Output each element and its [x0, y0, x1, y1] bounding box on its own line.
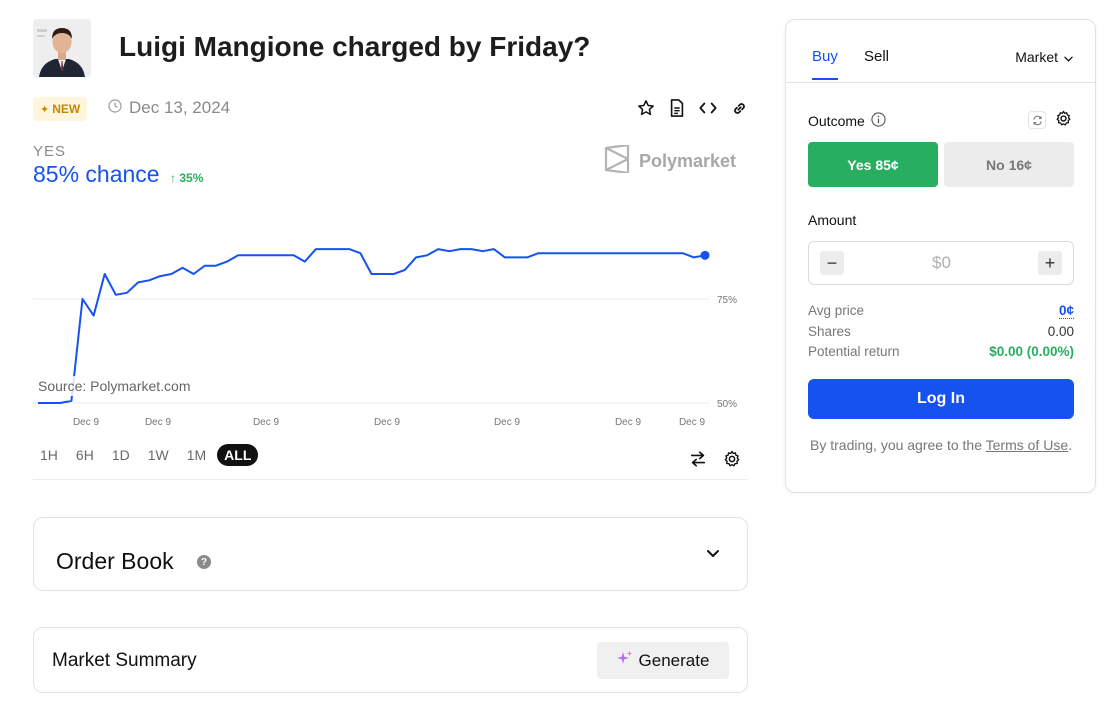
- clock-icon: [108, 98, 122, 118]
- chevron-down-icon: [1064, 49, 1073, 65]
- tab-sell[interactable]: Sell: [864, 48, 889, 65]
- active-tab-indicator: [812, 78, 838, 80]
- range-all[interactable]: ALL: [217, 444, 259, 466]
- market-date: Dec 13, 2024: [108, 98, 230, 118]
- x-tick-label: Dec 9: [73, 417, 100, 428]
- date-text: Dec 13, 2024: [129, 98, 231, 117]
- increase-amount-button[interactable]: +: [1038, 251, 1062, 275]
- range-1d[interactable]: 1D: [105, 444, 137, 466]
- order-type-dropdown[interactable]: Market: [1015, 49, 1073, 65]
- chart-controls: [688, 448, 742, 470]
- x-tick-label: Dec 9: [374, 417, 401, 428]
- chart-settings-gear-icon[interactable]: [722, 448, 742, 470]
- range-6h[interactable]: 6H: [69, 444, 101, 466]
- terms-of-use-link[interactable]: Terms of Use: [986, 437, 1068, 453]
- time-range-selector: 1H 6H 1D 1W 1M ALL: [33, 444, 259, 466]
- potential-return-row: Potential return $0.00 (0.00%): [808, 344, 1074, 359]
- sparkle-icon: ✦: [40, 103, 50, 116]
- arrow-up-icon: ↑: [170, 171, 176, 185]
- refresh-icon[interactable]: [1028, 111, 1046, 129]
- chevron-down-icon[interactable]: [706, 546, 720, 564]
- avg-price-row: Avg price 0¢: [808, 303, 1074, 319]
- order-book-card[interactable]: Order Book ?: [33, 517, 748, 591]
- range-1h[interactable]: 1H: [33, 444, 65, 466]
- amount-input[interactable]: [854, 249, 1029, 277]
- x-tick-label: Dec 9: [253, 417, 280, 428]
- market-title: Luigi Mangione charged by Friday?: [119, 31, 591, 62]
- new-badge: ✦ NEW: [33, 97, 88, 121]
- generate-label: Generate: [638, 650, 710, 670]
- decrease-amount-button[interactable]: −: [820, 251, 844, 275]
- order-type-label: Market: [1015, 49, 1058, 65]
- polymarket-brand-text: Polymarket: [639, 151, 737, 171]
- polymarket-logo-icon: [604, 143, 630, 178]
- trade-settings-gear-icon[interactable]: [1055, 110, 1072, 132]
- swap-arrows-icon[interactable]: [688, 448, 708, 470]
- range-1m[interactable]: 1M: [180, 444, 213, 466]
- y-tick-label: 75%: [717, 295, 737, 306]
- shares-label: Shares: [808, 324, 851, 339]
- star-icon[interactable]: [636, 97, 656, 119]
- embed-code-icon[interactable]: [698, 97, 718, 119]
- amount-field: − +: [808, 241, 1074, 285]
- market-summary-card: Market Summary Generate: [33, 627, 748, 693]
- order-book-title: Order Book: [56, 548, 174, 574]
- shares-row: Shares 0.00: [808, 324, 1074, 339]
- y-tick-label: 50%: [717, 399, 737, 410]
- avg-price-value[interactable]: 0¢: [1058, 303, 1074, 319]
- polymarket-brand: Polymarket: [604, 143, 737, 178]
- market-actions: [636, 97, 749, 119]
- generate-button[interactable]: Generate: [597, 642, 729, 679]
- link-icon[interactable]: [729, 97, 749, 119]
- terms-suffix: .: [1068, 437, 1072, 453]
- sparkle-icon: [616, 650, 633, 671]
- x-tick-label: Dec 9: [145, 417, 172, 428]
- panel-divider: [786, 82, 1095, 83]
- potential-return-value: $0.00 (0.00%): [989, 344, 1074, 359]
- x-tick-label: Dec 9: [615, 417, 642, 428]
- chart-divider: [33, 479, 747, 480]
- help-icon[interactable]: ?: [197, 555, 211, 569]
- outcome-heading: Outcome: [808, 112, 886, 130]
- x-tick-label: Dec 9: [494, 417, 521, 428]
- potential-return-label: Potential return: [808, 344, 900, 359]
- new-badge-label: NEW: [52, 102, 81, 116]
- amount-label: Amount: [808, 212, 857, 228]
- terms-prefix: By trading, you agree to the: [810, 437, 986, 453]
- chance-delta-value: 35%: [179, 171, 204, 185]
- market-summary-title: Market Summary: [52, 650, 197, 671]
- chance-delta: ↑ 35%: [170, 171, 203, 185]
- outcome-heading-text: Outcome: [808, 113, 865, 129]
- terms-notice: By trading, you agree to the Terms of Us…: [804, 436, 1078, 454]
- chance-value: 85% chance: [33, 161, 160, 187]
- shares-value: 0.00: [1047, 324, 1074, 339]
- x-tick-label: Dec 9: [679, 417, 706, 428]
- price-chart: 50% 75% Dec 9 Dec 9 Dec 9 Dec 9 Dec 9 Dec 9 Dec …: [33, 248, 737, 428]
- trade-panel: Buy Sell Market Outcome Yes 85¢ No 16¢ A…: [785, 19, 1096, 493]
- outcome-label: YES: [33, 143, 67, 160]
- avg-price-label: Avg price: [808, 303, 865, 318]
- no-outcome-button[interactable]: No 16¢: [944, 142, 1074, 187]
- tab-buy[interactable]: Buy: [812, 48, 838, 65]
- document-icon[interactable]: [667, 97, 687, 119]
- info-icon[interactable]: [871, 112, 886, 130]
- chart-source: Source: Polymarket.com: [35, 376, 194, 396]
- range-1w[interactable]: 1W: [141, 444, 176, 466]
- market-avatar: [33, 19, 91, 77]
- yes-outcome-button[interactable]: Yes 85¢: [808, 142, 938, 187]
- log-in-button[interactable]: Log In: [808, 379, 1074, 419]
- latest-point: [700, 250, 710, 260]
